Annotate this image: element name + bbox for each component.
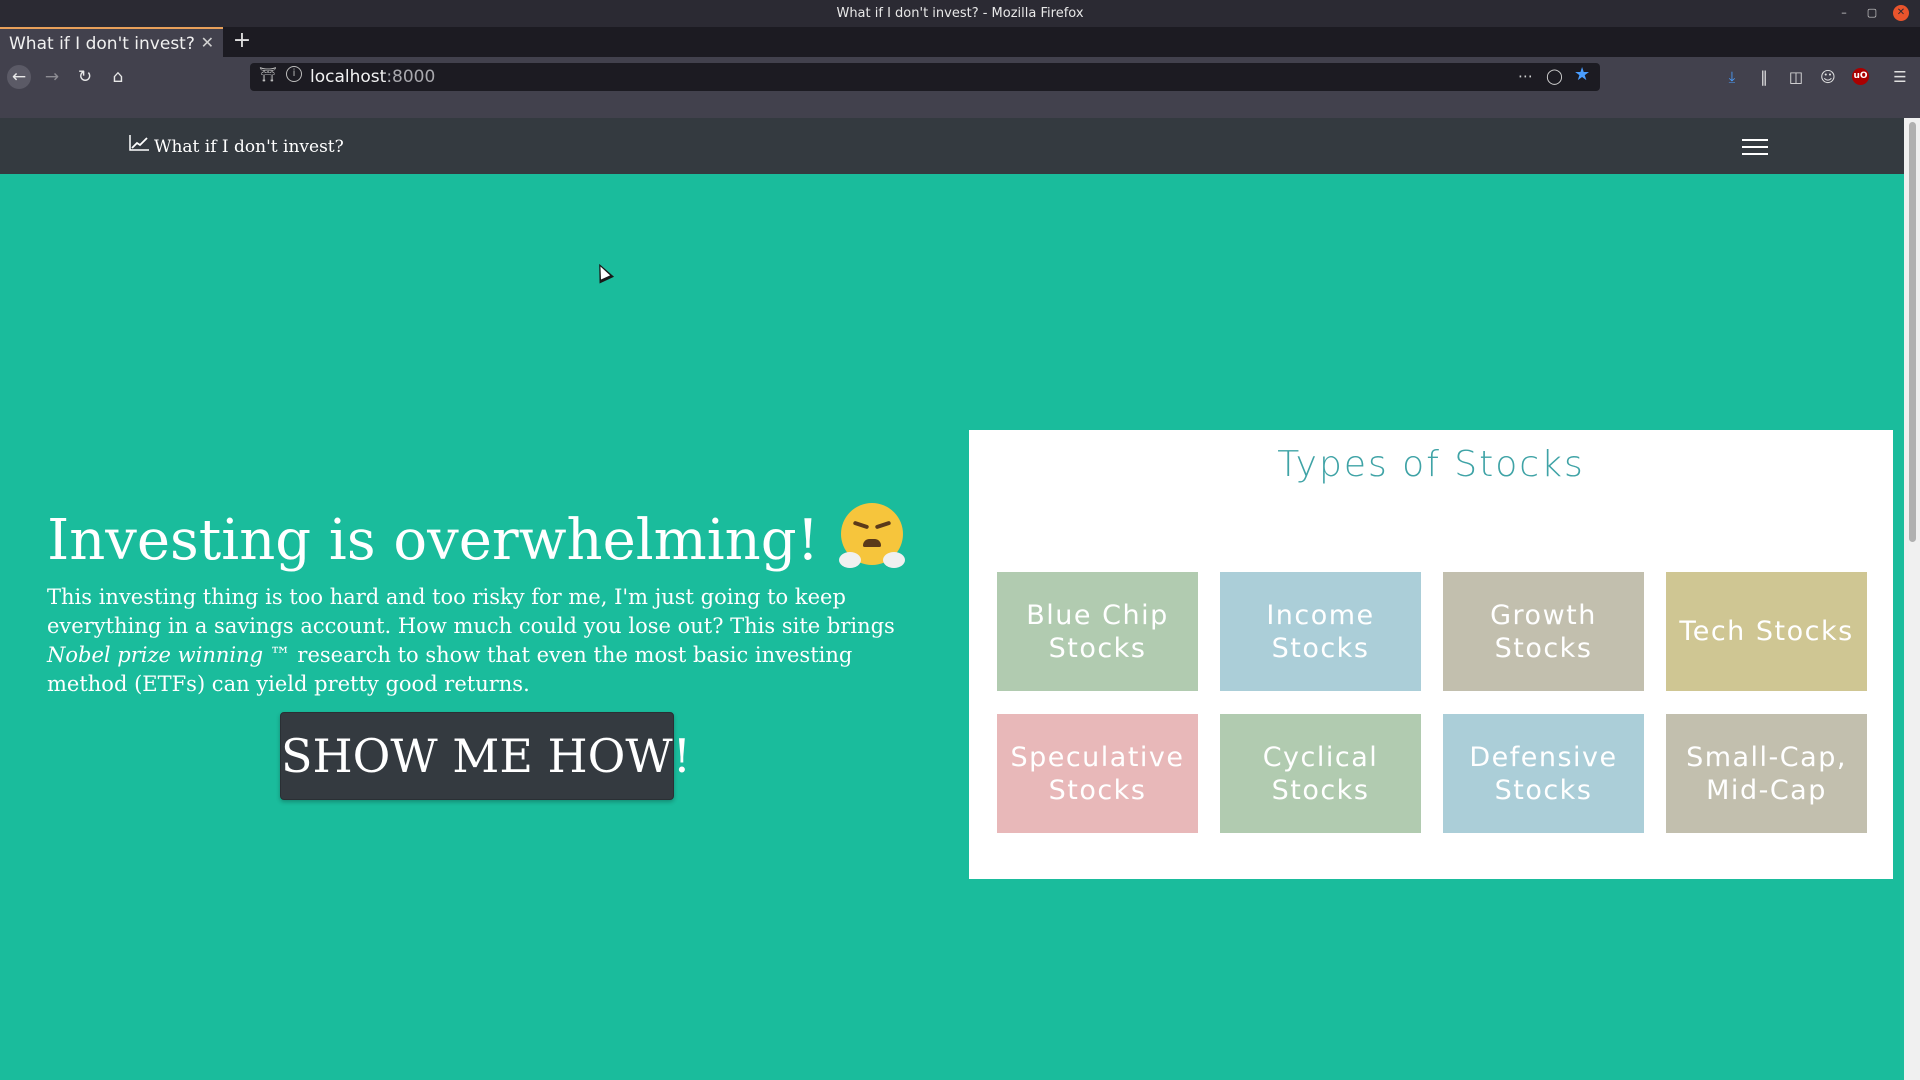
face-with-steam-from-nose-icon — [838, 503, 905, 568]
tile-growth-stocks[interactable]: Growth Stocks — [1443, 572, 1644, 691]
download-icon[interactable]: ⤓ — [1721, 66, 1743, 88]
minimize-icon[interactable]: – — [1836, 5, 1852, 21]
forward-arrow-icon[interactable]: → — [40, 65, 64, 89]
site-navbar: What if I don't invest? — [0, 118, 1904, 174]
app-menu-icon[interactable]: ☰ — [1889, 66, 1911, 88]
show-me-how-button[interactable]: SHOW ME HOW! — [280, 712, 691, 800]
close-window-icon[interactable]: ✕ — [1893, 5, 1909, 21]
toolbar-spacer — [0, 97, 1920, 118]
hero-title: Investing is overwhelming! — [0, 503, 950, 573]
tile-defensive-stocks[interactable]: Defensive Stocks — [1443, 714, 1644, 833]
brand-text: What if I don't invest? — [154, 137, 344, 157]
sidebar-icon[interactable]: ◫ — [1785, 66, 1807, 88]
page-actions-icon[interactable]: ⋯ — [1518, 67, 1533, 85]
window-title: What if I don't invest? - Mozilla Firefo… — [836, 6, 1084, 21]
tile-income-stocks[interactable]: Income Stocks — [1220, 572, 1421, 691]
tile-cyclical-stocks[interactable]: Cyclical Stocks — [1220, 714, 1421, 833]
tile-speculative-stocks[interactable]: Speculative Stocks — [997, 714, 1198, 833]
restore-icon[interactable]: ▢ — [1864, 5, 1880, 21]
types-of-stocks-card: Types of Stocks Blue Chip Stocks Income … — [969, 430, 1893, 879]
window-titlebar: What if I don't invest? - Mozilla Firefo… — [0, 0, 1920, 27]
new-tab-icon[interactable]: + — [230, 29, 254, 53]
site-brand[interactable]: What if I don't invest? — [128, 134, 344, 157]
hamburger-menu-icon[interactable] — [1742, 134, 1770, 158]
hero-text-emphasis: Nobel prize winning ™ — [47, 643, 291, 667]
tab-active[interactable]: What if I don't invest? ✕ — [0, 27, 223, 57]
account-icon[interactable]: ☺ — [1817, 66, 1839, 88]
tile-tech-stocks[interactable]: Tech Stocks — [1666, 572, 1867, 691]
pocket-icon[interactable]: ◯ — [1546, 67, 1563, 85]
tab-strip: What if I don't invest? ✕ + — [0, 27, 1920, 57]
page-scrollbar[interactable] — [1904, 118, 1920, 1080]
card-title: Types of Stocks — [1277, 444, 1585, 485]
url-host: localhost — [310, 67, 387, 87]
stock-tiles-grid: Blue Chip Stocks Income Stocks Growth St… — [997, 572, 1869, 833]
url-text[interactable]: localhost:8000 — [310, 67, 435, 87]
library-icon[interactable]: ‖ — [1753, 66, 1775, 88]
reload-icon[interactable]: ↻ — [73, 65, 97, 89]
tracking-protection-icon[interactable]: ⛩ — [259, 67, 277, 83]
hero-description: This investing thing is too hard and too… — [47, 583, 917, 699]
address-bar[interactable]: ⛩ i localhost:8000 ⋯ ◯ ★ — [250, 63, 1600, 91]
tile-small-mid-cap-stocks[interactable]: Small-Cap, Mid-Cap — [1666, 714, 1867, 833]
chart-increasing-icon — [128, 134, 150, 157]
url-port: :8000 — [386, 67, 436, 87]
home-icon[interactable]: ⌂ — [106, 65, 130, 89]
hero-title-text: Investing is overwhelming! — [47, 508, 820, 573]
tile-blue-chip-stocks[interactable]: Blue Chip Stocks — [997, 572, 1198, 691]
scrollbar-thumb[interactable] — [1909, 122, 1916, 542]
hero-text-part1: This investing thing is too hard and too… — [47, 585, 895, 638]
browser-toolbar: ← → ↻ ⌂ ⛩ i localhost:8000 ⋯ ◯ ★ ⤓ ‖ ◫ ☺… — [0, 57, 1920, 97]
page-viewport: What if I don't invest? Investing is ove… — [0, 118, 1904, 1080]
site-info-icon[interactable]: i — [286, 66, 302, 82]
ublock-origin-icon[interactable]: uO — [1852, 68, 1869, 85]
back-arrow-icon[interactable]: ← — [7, 65, 31, 89]
bookmark-star-icon[interactable]: ★ — [1574, 64, 1590, 85]
tab-close-icon[interactable]: ✕ — [201, 33, 214, 52]
tab-title: What if I don't invest? — [9, 34, 195, 54]
